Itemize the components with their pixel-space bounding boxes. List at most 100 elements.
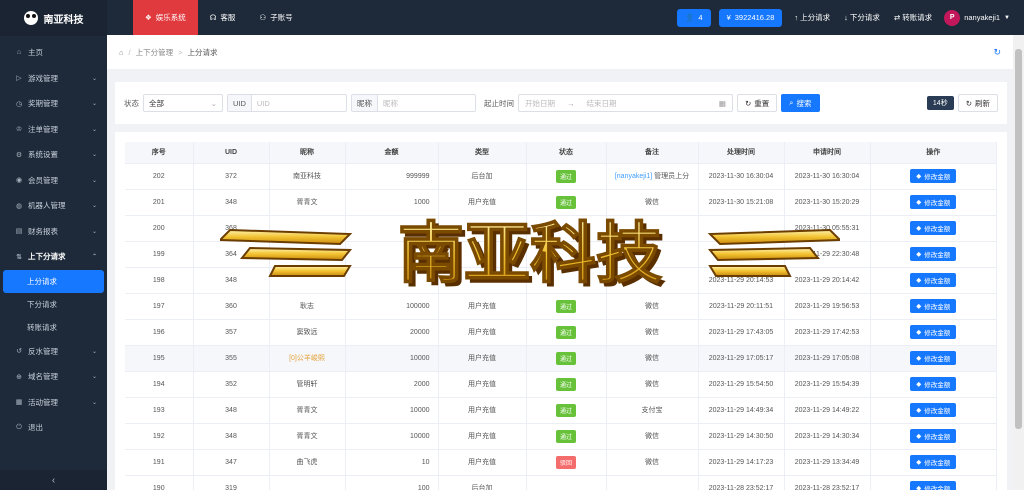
edit-amount-button[interactable]: ◆ 修改金额: [910, 429, 957, 443]
cell-id: 202: [125, 163, 194, 190]
top-tab[interactable]: ⚇ 子账号: [247, 0, 304, 35]
cell-uid: 348: [193, 397, 270, 424]
play-icon: ▷: [16, 75, 22, 83]
submenu-item[interactable]: 转账请求: [0, 316, 107, 339]
collapse-sidebar-button[interactable]: ‹: [0, 470, 107, 490]
sidebar-item[interactable]: ▷ 游戏管理 ⌄: [0, 66, 107, 92]
submenu-item[interactable]: 下分请求: [0, 293, 107, 316]
cell-uid: 357: [193, 319, 270, 346]
cell-uid: 319: [193, 475, 270, 490]
cell-uid: 352: [193, 371, 270, 398]
nickname-input[interactable]: 昵称: [378, 95, 403, 111]
edit-amount-label: 修改金额: [924, 356, 951, 363]
edit-amount-button[interactable]: ◆ 修改金额: [910, 481, 957, 490]
edit-amount-button[interactable]: ◆ 修改金额: [910, 247, 957, 261]
cell-process-time: 2023-11-28 23:52:17: [698, 475, 785, 490]
sidebar-item[interactable]: ▤ 财务报表 ⌄: [0, 219, 107, 245]
sidebar-item[interactable]: ⚙ 系统设置 ⌄: [0, 142, 107, 168]
cell-remark: [606, 475, 699, 490]
edit-amount-button[interactable]: ◆ 修改金额: [910, 273, 957, 287]
breadcrumb-item-parent[interactable]: 上下分管理: [136, 47, 174, 58]
sidebar-item-label: 系统设置: [28, 150, 58, 160]
sidebar-item[interactable]: ⇅ 上下分请求 ⌃: [0, 244, 107, 270]
edit-amount-button[interactable]: ◆ 修改金额: [910, 351, 957, 365]
edit-amount-button[interactable]: ◆ 修改金额: [910, 299, 957, 313]
top-tab[interactable]: ☊ 客服: [198, 0, 248, 35]
sidebar-item[interactable]: ▦ 活动管理 ⌄: [0, 390, 107, 416]
nickname-field[interactable]: 昵称 昵称: [351, 94, 476, 112]
cell-id: 199: [125, 241, 194, 268]
top-link[interactable]: ↑ 上分请求: [790, 12, 834, 23]
uid-field[interactable]: UID UID: [227, 94, 347, 112]
cell-nickname: 胥青文: [269, 189, 346, 216]
top-link[interactable]: ↓ 下分请求: [840, 12, 884, 23]
cell-actions: ◆ 修改金额: [870, 475, 997, 490]
search-button[interactable]: ⌕ 搜索: [781, 94, 820, 112]
user-menu[interactable]: P nanyakeji1 ▼: [944, 9, 1010, 26]
refresh-interval-badge[interactable]: 14秒: [926, 96, 954, 110]
end-date-input[interactable]: 结束日期: [587, 98, 617, 109]
sidebar-item[interactable]: ⌂ 主页: [0, 40, 107, 66]
balance-button[interactable]: ¥ 3922416.28: [718, 8, 783, 27]
edit-amount-button[interactable]: ◆ 修改金额: [910, 455, 957, 469]
cell-amount: 100000: [345, 293, 439, 320]
cell-nickname: [269, 215, 346, 242]
sidebar-item[interactable]: ⏻ 退出: [0, 415, 107, 441]
edit-amount-label: 修改金额: [924, 200, 951, 207]
cell-id: 200: [125, 215, 194, 242]
logo[interactable]: 南亚科技: [0, 0, 107, 36]
exchange-icon: ⇄: [893, 13, 901, 22]
sidebar-item[interactable]: ◷ 奖期管理 ⌄: [0, 91, 107, 117]
status-badge: 通过: [555, 403, 576, 417]
sidebar-item-label: 退出: [28, 423, 43, 433]
sidebar-item[interactable]: ♔ 注单管理 ⌄: [0, 117, 107, 143]
cell-apply-time: 2023-11-29 15:54:39: [784, 371, 871, 398]
top-link-label: 上分请求: [800, 13, 831, 22]
cell-process-time: 2023-11-30 16:30:04: [698, 163, 785, 190]
edit-amount-button[interactable]: ◆ 修改金额: [910, 221, 957, 235]
cell-type: [438, 241, 527, 268]
page-scrollbar[interactable]: [1013, 35, 1024, 490]
edit-amount-button[interactable]: ◆ 修改金额: [910, 195, 957, 209]
topbar: ❖ 娱乐系统 ☊ 客服 ⚇ 子账号 👤 4 ¥ 3922416.28 ↑ 上分请求 ↓ 下分请求…: [107, 0, 1024, 35]
sidebar-item[interactable]: ◉ 会员管理 ⌄: [0, 168, 107, 194]
home-icon[interactable]: ⌂: [119, 48, 124, 57]
edit-amount-button[interactable]: ◆ 修改金额: [910, 377, 957, 391]
status-select-value: 全部: [149, 98, 164, 108]
cell-amount: 100: [345, 475, 439, 490]
submenu-item[interactable]: 上分请求: [3, 269, 104, 293]
scrollbar-thumb[interactable]: [1015, 49, 1022, 429]
sidebar-item-label: 会员管理: [28, 175, 58, 185]
diamond-icon: ◆: [916, 199, 922, 206]
column-header: 申请时间: [784, 142, 871, 164]
sidebar-item-label: 注单管理: [28, 124, 58, 134]
search-icon: ⌕: [789, 98, 794, 107]
uid-input[interactable]: UID: [252, 95, 275, 111]
cell-remark: 微信: [606, 345, 699, 372]
refresh-button[interactable]: ↻ 刷新: [957, 94, 998, 112]
diamond-icon: ◆: [916, 251, 922, 258]
cell-status: [526, 215, 607, 242]
start-date-input[interactable]: 开始日期: [525, 98, 555, 109]
edit-amount-button[interactable]: ◆ 修改金额: [910, 403, 957, 417]
headset-icon: ☊: [209, 13, 217, 22]
edit-amount-button[interactable]: ◆ 修改金额: [910, 325, 957, 339]
reset-button[interactable]: ↻ 重置: [737, 94, 778, 112]
auto-refresh-group: 14秒 ↻ 刷新: [926, 94, 998, 112]
sidebar-item[interactable]: ◍ 机器人管理 ⌄: [0, 193, 107, 219]
date-range-picker[interactable]: 开始日期 → 结束日期 ▦: [518, 94, 733, 112]
sidebar-item[interactable]: ⊕ 域名管理 ⌄: [0, 364, 107, 390]
sidebar-item[interactable]: ↺ 反水管理 ⌄: [0, 339, 107, 365]
breadcrumb-separator: /: [128, 47, 131, 57]
status-select[interactable]: 全部 ⌄: [143, 94, 223, 112]
top-link[interactable]: ⇄ 转账请求: [890, 12, 936, 23]
cell-status: 通过: [526, 293, 607, 320]
cell-status: 通过: [526, 371, 607, 398]
top-tab-label: 客服: [220, 13, 236, 22]
cell-apply-time: 2023-11-29 14:30:34: [784, 423, 871, 450]
top-tab[interactable]: ❖ 娱乐系统: [133, 0, 198, 35]
reload-icon[interactable]: ↻: [993, 47, 1001, 58]
edit-amount-button[interactable]: ◆ 修改金额: [910, 169, 957, 183]
cell-nickname: 管明轩: [269, 371, 346, 398]
online-count-button[interactable]: 👤 4: [677, 8, 711, 27]
